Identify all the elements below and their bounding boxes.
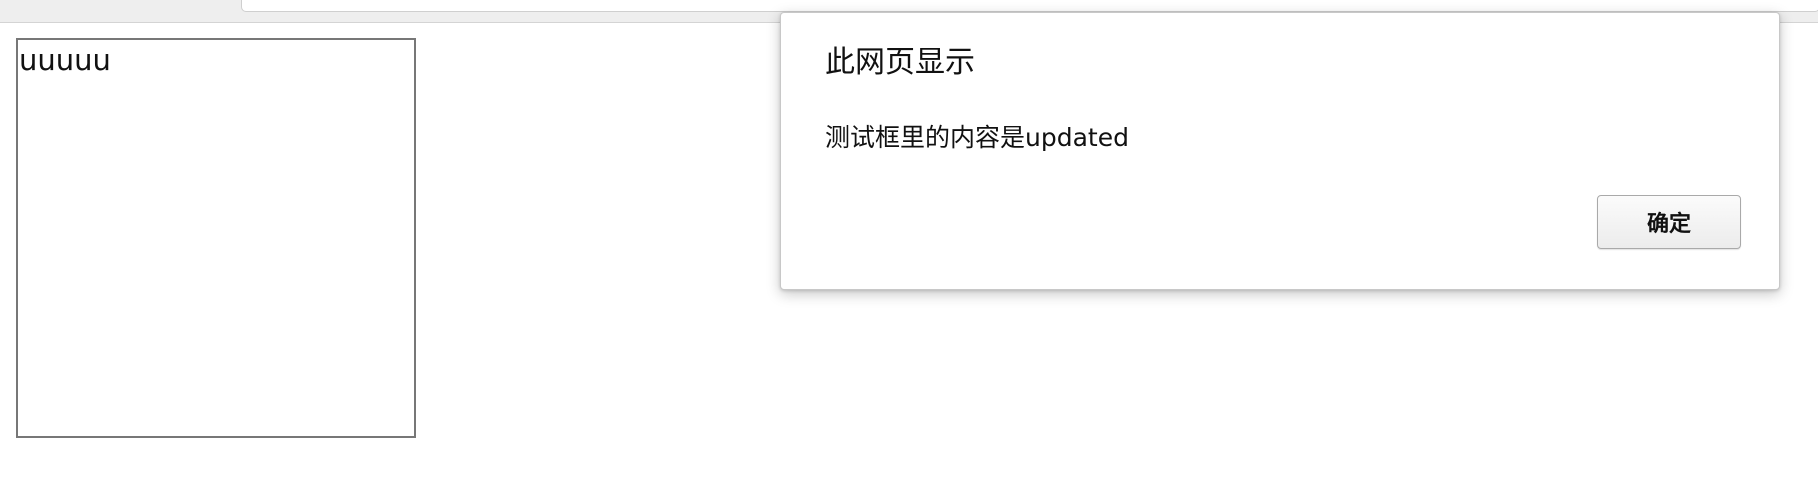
alert-dialog: 此网页显示 测试框里的内容是updated 确定 bbox=[780, 12, 1780, 290]
alert-title: 此网页显示 bbox=[825, 45, 975, 80]
test-box[interactable]: uuuuu bbox=[16, 38, 416, 438]
test-box-text: uuuuu bbox=[19, 43, 111, 77]
ok-button[interactable]: 确定 bbox=[1597, 195, 1741, 249]
alert-message: 测试框里的内容是updated bbox=[825, 123, 1129, 152]
address-bar[interactable] bbox=[241, 0, 1818, 12]
